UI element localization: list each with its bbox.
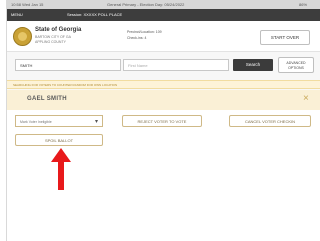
voter-name: GAEL SMITH (27, 96, 67, 102)
county-line-1: BARTOW CITY OF GA (35, 35, 71, 39)
chevron-down-icon: ▾ (94, 119, 98, 125)
app-window: 10:58 Wed Jan 15 General Primary - Elect… (6, 0, 320, 241)
last-name-input[interactable]: SMITH (15, 59, 121, 71)
device-status-bar: 10:58 Wed Jan 15 General Primary - Elect… (7, 0, 320, 9)
search-row: SMITH First Name Search ADVANCED OPTIONS (7, 52, 320, 80)
precinct-label: Precinct/Location: 109 (127, 30, 162, 34)
session-text: Session: XXXXX POLL PLACE (67, 12, 123, 17)
close-icon[interactable]: × (303, 94, 309, 104)
status-election: General Primary - Election Day: 05/24/20… (107, 2, 185, 7)
spoil-ballot-button[interactable]: SPOIL BALLOT (15, 134, 103, 146)
county-line-2: APPLING COUNTY (35, 40, 66, 44)
state-name: State of Georgia (35, 27, 82, 33)
voter-header: GAEL SMITH × (7, 90, 320, 110)
search-button[interactable]: Search (233, 59, 273, 71)
menu-button[interactable]: MENU (11, 12, 23, 17)
first-name-input[interactable]: First Name (123, 59, 229, 71)
reject-voter-button[interactable]: REJECT VOTER TO VOTE (122, 115, 202, 127)
voter-status-value: Mark Voter Ineligible (20, 120, 52, 124)
county-header: State of Georgia BARTOW CITY OF GA APPLI… (7, 21, 320, 52)
search-notice: SEARCHING FOR VOTERS TO COUNTER RANDOM F… (7, 80, 320, 89)
start-over-button[interactable]: START OVER (260, 30, 310, 45)
highlight-arrow-icon (51, 148, 71, 190)
status-time: 10:58 Wed Jan 15 (11, 2, 44, 7)
voter-actions: Mark Voter Ineligible ▾ REJECT VOTER TO … (7, 110, 320, 241)
cancel-checkin-button[interactable]: CANCEL VOTER CHECKIN (229, 115, 311, 127)
state-seal-icon (13, 27, 32, 46)
app-bar: MENU Session: XXXXX POLL PLACE (7, 9, 320, 21)
status-battery: 86% (299, 2, 308, 7)
voter-status-select[interactable]: Mark Voter Ineligible ▾ (15, 115, 103, 127)
checkins-label: Check-ins: 4 (127, 36, 147, 40)
advanced-options-button[interactable]: ADVANCED OPTIONS (278, 57, 314, 73)
